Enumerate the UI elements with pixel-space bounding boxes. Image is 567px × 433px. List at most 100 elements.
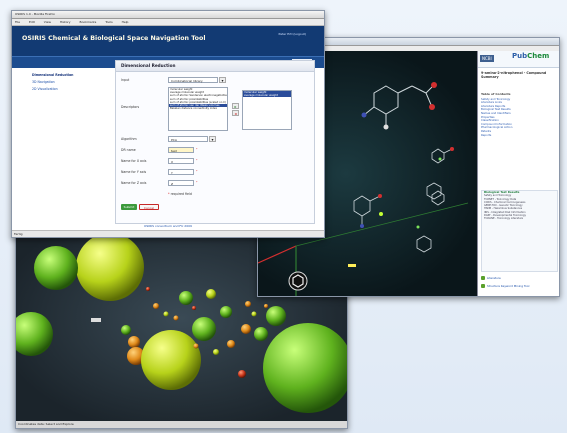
bubble[interactable] bbox=[192, 317, 216, 341]
osiris-statusbar: Fertig bbox=[12, 230, 324, 237]
atom-oxygen bbox=[431, 82, 437, 88]
bubble[interactable] bbox=[76, 234, 144, 301]
atom-nitrogen bbox=[360, 224, 364, 228]
algorithm-dropdown-button[interactable]: ▾ bbox=[209, 136, 216, 142]
ncbi-logo[interactable]: NCBI bbox=[480, 55, 494, 62]
bubble[interactable] bbox=[193, 343, 199, 349]
atom-oxygen bbox=[378, 194, 382, 198]
bubble[interactable] bbox=[238, 370, 246, 378]
literature-icon bbox=[481, 276, 485, 280]
pubchem-logo-main: Pub bbox=[512, 52, 528, 60]
osiris-footer[interactable]: OSIRIS consortium and FU 2009 bbox=[12, 224, 324, 228]
biological-results-section: Biological Test Results Safety and Toxic… bbox=[481, 190, 558, 272]
algorithm-select[interactable]: PCA bbox=[168, 136, 208, 142]
bubble[interactable] bbox=[141, 330, 201, 390]
atom-highlight bbox=[379, 212, 383, 216]
submit-button[interactable]: Submit bbox=[121, 204, 137, 210]
x-axis-line bbox=[258, 245, 297, 264]
pubchem-panel: NCBI PubChem 9-amino-2-nitrophenol - Com… bbox=[477, 51, 559, 296]
list-item[interactable]: average molecular weight bbox=[243, 94, 291, 98]
pubchem-logo-chem: Chem bbox=[527, 52, 550, 60]
camera-cursor-icon[interactable] bbox=[288, 271, 308, 291]
bubble[interactable] bbox=[153, 303, 159, 309]
bubble[interactable] bbox=[251, 311, 257, 317]
bubble[interactable] bbox=[254, 327, 268, 341]
pubchem-header: NCBI PubChem bbox=[478, 51, 559, 68]
x-axis-label: Name for X axis bbox=[121, 159, 147, 163]
remove-descriptor-icon[interactable]: ◂ bbox=[232, 110, 239, 116]
input-select[interactable]: Combinatorial library bbox=[168, 77, 218, 83]
menu-item[interactable]: History bbox=[60, 20, 71, 24]
menu-item[interactable]: File bbox=[15, 20, 20, 24]
bubble[interactable] bbox=[146, 287, 150, 291]
keyword-mining-link[interactable]: Structure Keyword Mining Tool bbox=[481, 284, 529, 288]
osiris-titlebar: OSIRIS 1.0 - Mozilla Firefox bbox=[12, 11, 324, 19]
menu-item[interactable]: View bbox=[44, 20, 51, 24]
bubble[interactable] bbox=[179, 291, 193, 305]
bubble[interactable] bbox=[213, 349, 219, 355]
descriptors-selected-list[interactable]: molecular weight average molecular weigh… bbox=[242, 90, 292, 130]
osiris-sidebar: Dimensional Reduction 3D Navigation 2D V… bbox=[32, 73, 102, 94]
dr-name-field[interactable]: test bbox=[168, 147, 194, 153]
bubble[interactable] bbox=[220, 306, 232, 318]
bubble[interactable] bbox=[128, 336, 140, 348]
z-axis-label: Name for Z axis bbox=[121, 181, 147, 185]
required-note: * required field bbox=[168, 192, 192, 196]
sidebar-item-3d-navigation[interactable]: 3D Navigation bbox=[32, 80, 102, 84]
table-of-contents: Table of Contents Safety and Toxicology … bbox=[481, 92, 556, 138]
descriptors-available-list[interactable]: molecular weight average molecular weigh… bbox=[168, 87, 228, 131]
menu-item[interactable]: Bookmarks bbox=[80, 20, 97, 24]
atom-oxygen bbox=[450, 147, 454, 151]
selected-marker bbox=[348, 264, 356, 267]
cancel-button[interactable]: Cancel bbox=[139, 204, 159, 210]
bubble[interactable] bbox=[206, 289, 216, 299]
app-title: OSIRIS Chemical & Biological Space Navig… bbox=[22, 35, 206, 42]
tooltip-marker bbox=[91, 318, 101, 322]
atom-nitrogen bbox=[361, 112, 367, 118]
atom-highlight bbox=[416, 225, 420, 229]
osiris-banner: OSIRIS Chemical & Biological Space Navig… bbox=[12, 26, 324, 56]
menu-item[interactable]: Help bbox=[122, 20, 129, 24]
pubchem-logo[interactable]: PubChem bbox=[512, 52, 549, 60]
add-descriptor-icon[interactable]: ▸ bbox=[232, 103, 239, 109]
atom-oxygen bbox=[429, 104, 435, 110]
bubble[interactable] bbox=[121, 325, 131, 335]
required-marker: * bbox=[196, 169, 198, 173]
literature-link[interactable]: Literature bbox=[481, 276, 501, 280]
osiris-menubar: File Edit View History Bookmarks Tools H… bbox=[12, 19, 324, 26]
bubble[interactable] bbox=[16, 312, 53, 356]
bubble[interactable] bbox=[241, 324, 251, 334]
required-marker: * bbox=[196, 147, 198, 151]
molecule-main[interactable] bbox=[363, 84, 435, 127]
menu-item[interactable]: Tools bbox=[105, 20, 112, 24]
bubble[interactable] bbox=[264, 304, 268, 308]
sidebar-item-dimensional-reduction[interactable]: Dimensional Reduction bbox=[32, 73, 102, 77]
menu-item[interactable]: Edit bbox=[29, 20, 35, 24]
bubble[interactable] bbox=[192, 306, 196, 310]
bubble[interactable] bbox=[163, 311, 169, 317]
y-axis-label: Name for Y axis bbox=[121, 170, 147, 174]
y-axis-field[interactable]: Y bbox=[168, 169, 194, 175]
bubble-statusbar: Coordinates data: Select and Explore bbox=[16, 421, 347, 428]
bubble[interactable] bbox=[245, 301, 251, 307]
list-item[interactable]: Balaban distance connectivity index bbox=[169, 107, 227, 110]
toc-item[interactable]: Reports bbox=[481, 133, 556, 138]
z-axis-field[interactable]: Z bbox=[168, 180, 194, 186]
compound-title: 9-amino-2-nitrophenol - Compound Summary bbox=[481, 71, 547, 79]
required-marker: * bbox=[196, 180, 198, 184]
input-dropdown-button[interactable]: ▾ bbox=[219, 77, 226, 83]
input-label: Input bbox=[121, 78, 130, 82]
required-marker: * bbox=[196, 158, 198, 162]
bubble[interactable] bbox=[34, 246, 78, 290]
x-axis-field[interactable]: X bbox=[168, 158, 194, 164]
dr-name-label: DR name bbox=[121, 148, 136, 152]
user-logout-link[interactable]: Peter Ertl (Logout) bbox=[279, 32, 306, 36]
bio-line[interactable]: TOXLINE - Toxicology Literature bbox=[482, 217, 557, 220]
molecule-small[interactable] bbox=[353, 148, 453, 253]
sidebar-item-2d-visualization[interactable]: 2D Visualization bbox=[32, 87, 102, 91]
bubble[interactable] bbox=[263, 323, 347, 413]
bubble[interactable] bbox=[227, 340, 235, 348]
bubble[interactable] bbox=[173, 315, 179, 321]
bubble[interactable] bbox=[266, 306, 286, 326]
atom-hydrogen bbox=[383, 124, 389, 130]
